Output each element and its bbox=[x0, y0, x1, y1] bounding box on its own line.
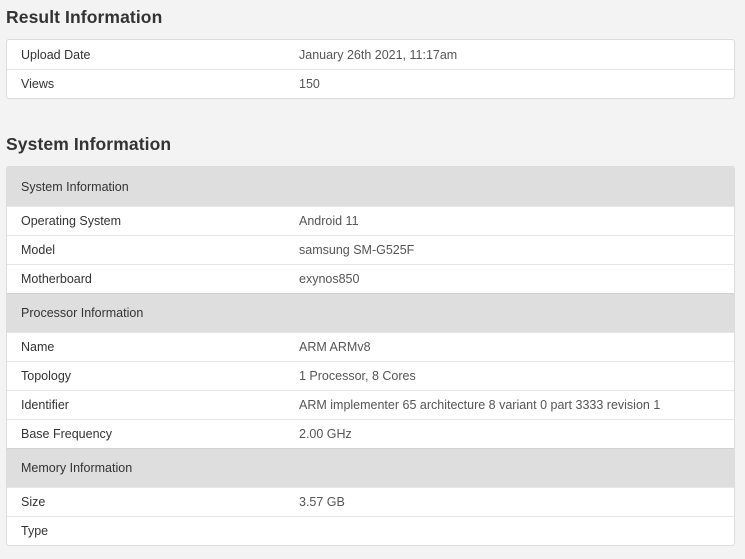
group-header-memory: Memory Information bbox=[7, 448, 734, 487]
row-label: Upload Date bbox=[21, 47, 91, 62]
row-label: Topology bbox=[21, 369, 72, 383]
table-row-model: Model samsung SM-G525F bbox=[7, 235, 734, 264]
table-row-base-frequency: Base Frequency 2.00 GHz bbox=[7, 419, 734, 448]
table-row-name: Name ARM ARMv8 bbox=[7, 332, 734, 361]
row-value: 2.00 GHz bbox=[299, 427, 352, 441]
table-row-motherboard: Motherboard exynos850 bbox=[7, 264, 734, 293]
row-value: January 26th 2021, 11:17am bbox=[299, 47, 458, 62]
table-row-operating-system: Operating System Android 11 bbox=[7, 206, 734, 235]
row-label: Type bbox=[21, 524, 49, 538]
row-value: samsung SM-G525F bbox=[299, 243, 415, 257]
row-value: exynos850 bbox=[299, 272, 360, 286]
row-label: Name bbox=[21, 340, 55, 354]
system-information-card: System Information Operating System Andr… bbox=[6, 166, 735, 546]
group-header-processor: Processor Information bbox=[7, 293, 734, 332]
row-value: ARM implementer 65 architecture 8 varian… bbox=[299, 398, 661, 412]
row-value: 1 Processor, 8 Cores bbox=[299, 369, 416, 383]
group-header-system: System Information bbox=[7, 167, 734, 206]
row-label: Motherboard bbox=[21, 272, 92, 286]
row-label: Views bbox=[21, 77, 55, 91]
row-label: Operating System bbox=[21, 214, 122, 228]
row-label: Size bbox=[21, 495, 46, 509]
row-value: Android 11 bbox=[299, 214, 359, 228]
result-information-card: Upload Date January 26th 2021, 11:17am V… bbox=[6, 39, 735, 99]
row-value: 3.57 GB bbox=[299, 495, 345, 509]
row-value: 150 bbox=[299, 77, 320, 91]
table-row-upload-date: Upload Date January 26th 2021, 11:17am bbox=[7, 40, 734, 69]
row-label: Model bbox=[21, 243, 56, 257]
system-information-title: System Information bbox=[6, 134, 172, 154]
row-value: ARM ARMv8 bbox=[299, 340, 371, 354]
page: Result Information Upload Date January 2… bbox=[0, 0, 745, 559]
row-label: Identifier bbox=[21, 398, 69, 412]
table-row-size: Size 3.57 GB bbox=[7, 487, 734, 516]
result-information-title: Result Information bbox=[6, 7, 163, 27]
row-label: Base Frequency bbox=[21, 427, 113, 441]
table-row-identifier: Identifier ARM implementer 65 architectu… bbox=[7, 390, 734, 419]
table-row-topology: Topology 1 Processor, 8 Cores bbox=[7, 361, 734, 390]
table-row-type: Type bbox=[7, 516, 734, 545]
table-row-views: Views 150 bbox=[7, 69, 734, 98]
